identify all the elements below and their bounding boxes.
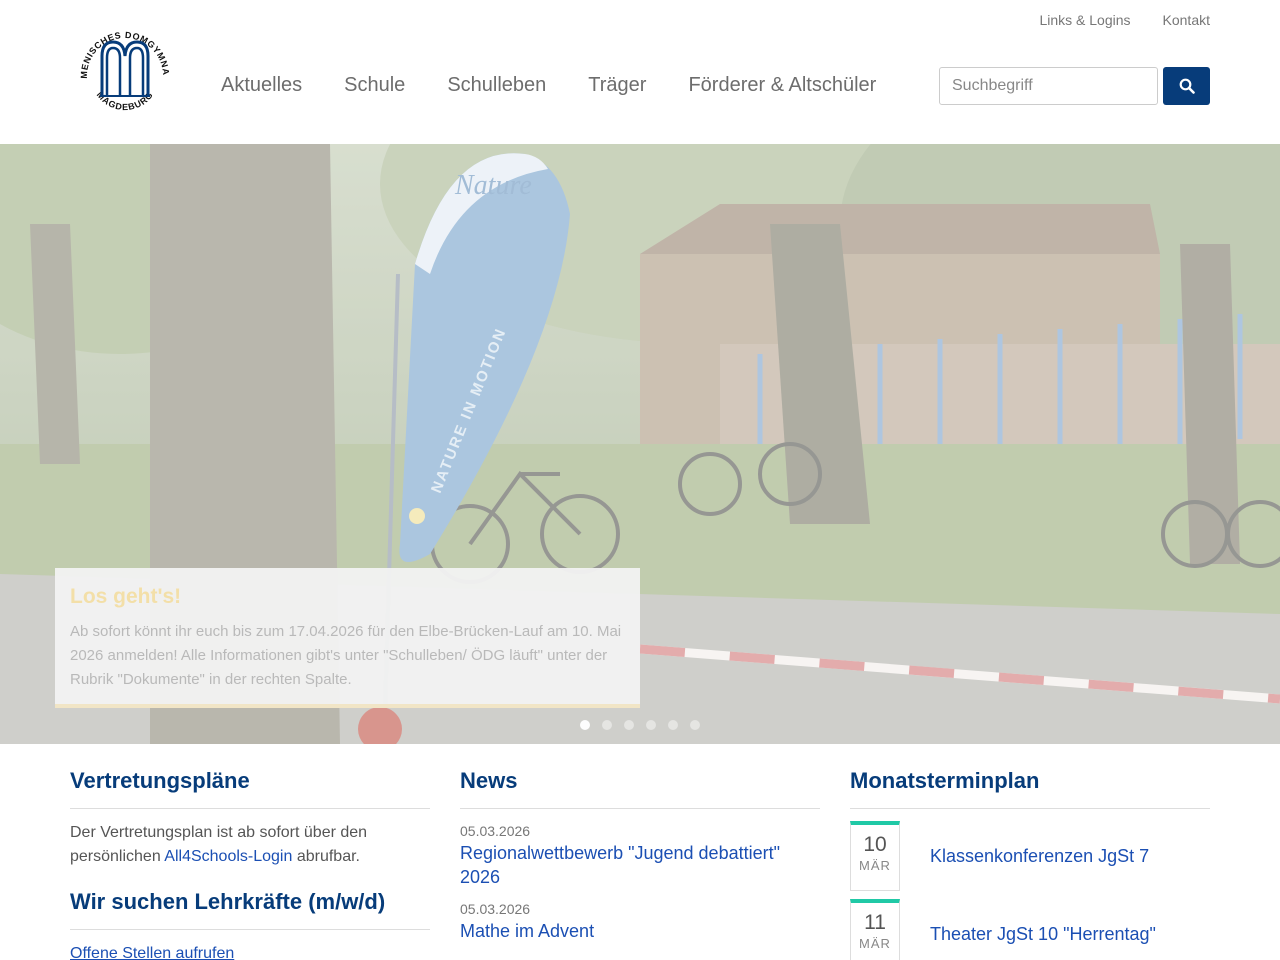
news-item: 05.03.2026 Mathe im Advent [460,899,820,943]
news-date: 05.03.2026 [460,901,531,917]
event-day: 11 [864,911,886,934]
vertretungsplaene-title: Vertretungspläne [70,766,430,809]
event-link[interactable]: Theater JgSt 10 "Herrentag" [930,924,1156,945]
nav-foerderer-altschueler[interactable]: Förderer & Altschüler [688,72,876,98]
event-date-box: 11 MÄR [850,899,900,960]
slider-dot-3[interactable] [624,720,634,730]
topnav-links-logins[interactable]: Links & Logins [1039,11,1130,29]
vertretung-text-after: abrufbar. [292,848,360,865]
vertretungsplaene-section: Vertretungspläne Der Vertretungsplan ist… [70,766,430,960]
school-logo[interactable]: ÖKUMENISCHES DOMGYMNASIUM MAGDEBURG [72,18,178,124]
news-title: News [460,766,820,809]
event-month: MÄR [859,858,891,873]
site-header: ÖKUMENISCHES DOMGYMNASIUM MAGDEBURG Link… [0,0,1280,144]
nav-traeger[interactable]: Träger [588,72,646,98]
event-day: 10 [863,833,887,856]
search-input[interactable] [939,67,1158,105]
vertretungsplaene-text: Der Vertretungsplan ist ab sofort über d… [70,821,430,869]
event-date-box: 10 MÄR [850,821,900,891]
event-link[interactable]: Klassenkonferenzen JgSt 7 [930,846,1149,867]
news-link[interactable]: Mathe im Advent [460,919,820,943]
all4schools-login-link[interactable]: All4Schools-Login [164,848,292,865]
event-month: MÄR [859,936,891,951]
main-navigation: Aktuelles Schule Schulleben Träger Förde… [221,72,876,98]
slider-dot-6[interactable] [690,720,700,730]
news-date: 05.03.2026 [460,823,531,839]
slide-caption-text: Ab sofort könnt ihr euch bis zum 17.04.2… [70,623,622,688]
search-form [939,67,1210,105]
news-section: News 05.03.2026 Regionalwettbewerb "Juge… [460,766,820,953]
nav-schule[interactable]: Schule [344,72,405,98]
slider-dot-1[interactable] [580,720,590,730]
nav-aktuelles[interactable]: Aktuelles [221,72,302,98]
hero-slider[interactable]: Nature NATURE IN MOTION Los geht's! Ab s… [0,144,1280,744]
news-link[interactable]: Regionalwettbewerb "Jugend debattiert" 2… [460,841,820,889]
jobs-title: Wir suchen Lehrkräfte (m/w/d) [70,887,430,930]
search-button[interactable] [1163,67,1210,105]
logo-emblem-icon: ÖKUMENISCHES DOMGYMNASIUM MAGDEBURG [72,18,171,112]
event-item: 11 MÄR Theater JgSt 10 "Herrentag" [850,899,1210,960]
svg-text:ÖKUMENISCHES DOMGYMNASIUM: ÖKUMENISCHES DOMGYMNASIUM [72,18,171,79]
top-navigation: Links & Logins Kontakt [1039,11,1210,29]
svg-text:MAGDEBURG: MAGDEBURG [95,90,155,112]
event-item: 10 MÄR Klassenkonferenzen JgSt 7 [850,821,1210,891]
nav-schulleben[interactable]: Schulleben [447,72,546,98]
monatsterminplan-section: Monatsterminplan 10 MÄR Klassenkonferenz… [850,766,1210,960]
slide-caption: Los geht's! Ab sofort könnt ihr euch bis… [55,568,640,708]
monatsterminplan-title: Monatsterminplan [850,766,1210,809]
search-icon [1179,78,1195,94]
news-item: 05.03.2026 Regionalwettbewerb "Jugend de… [460,821,820,889]
slider-dot-5[interactable] [668,720,678,730]
open-positions-link[interactable]: Offene Stellen aufrufen [70,942,430,960]
slider-dot-2[interactable] [602,720,612,730]
slider-dot-4[interactable] [646,720,656,730]
topnav-kontakt[interactable]: Kontakt [1163,11,1210,29]
slider-dots [580,720,700,730]
slide-caption-title: Los geht's! [70,585,182,608]
